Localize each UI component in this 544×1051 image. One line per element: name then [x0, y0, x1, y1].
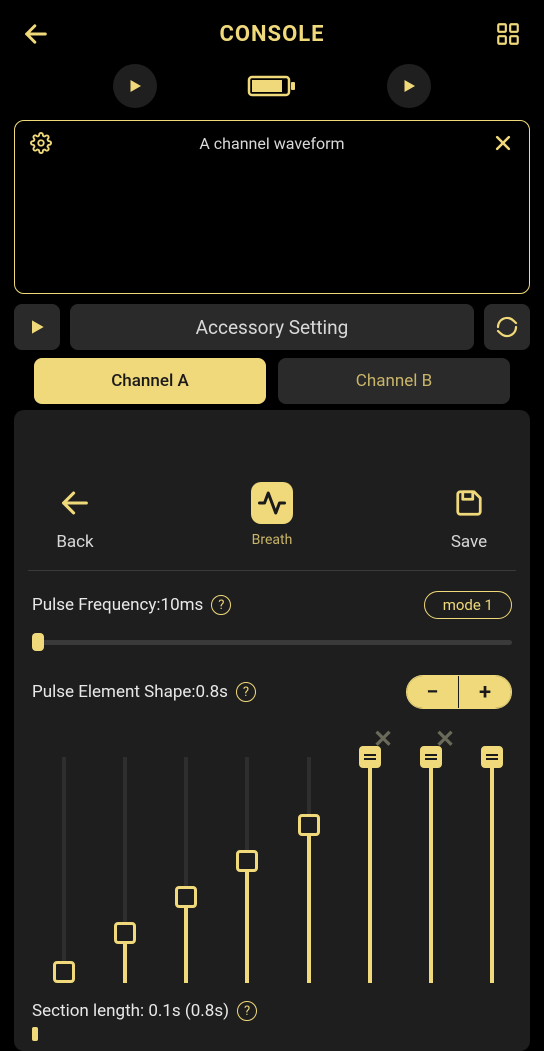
breath-label: Breath — [252, 532, 293, 548]
close-icon[interactable] — [491, 131, 515, 155]
shape-slider[interactable] — [167, 757, 206, 983]
shape-slider[interactable] — [350, 757, 389, 983]
breath-mode-button[interactable]: Breath — [251, 482, 293, 548]
pulse-frequency-label: Pulse Frequency:10ms — [32, 595, 203, 615]
shape-slider[interactable] — [105, 757, 144, 983]
save-label: Save — [451, 532, 487, 552]
shape-slider[interactable] — [44, 757, 83, 983]
help-icon[interactable]: ? — [211, 595, 231, 615]
battery-icon — [247, 73, 297, 99]
slider-thumb[interactable] — [420, 746, 442, 768]
slider-thumb[interactable] — [298, 814, 320, 836]
arrow-left-icon — [54, 482, 96, 524]
help-icon[interactable]: ? — [237, 1001, 257, 1021]
waveform-panel: A channel waveform — [14, 120, 530, 294]
refresh-icon[interactable] — [484, 304, 530, 350]
section-length-indicator[interactable] — [32, 1027, 38, 1041]
save-button[interactable]: Save — [448, 482, 490, 552]
slider-thumb[interactable] — [359, 746, 381, 768]
help-icon[interactable]: ? — [236, 682, 256, 702]
minus-button[interactable]: − — [407, 676, 459, 708]
slider-thumb[interactable] — [175, 886, 197, 908]
play-main-button[interactable] — [14, 304, 60, 350]
waveform-title: A channel waveform — [53, 134, 491, 153]
shape-slider[interactable] — [412, 757, 451, 983]
mode-selector[interactable]: mode 1 — [424, 591, 512, 619]
slider-thumb[interactable] — [32, 633, 44, 651]
tab-channel-b[interactable]: Channel B — [278, 358, 510, 404]
page-title: CONSOLE — [219, 22, 324, 47]
main-panel: Back Breath Save Pulse Frequency:10ms ? … — [14, 410, 530, 1051]
slider-thumb[interactable] — [114, 922, 136, 944]
slider-thumb[interactable] — [481, 746, 503, 768]
shape-slider[interactable] — [473, 757, 512, 983]
gear-icon[interactable] — [29, 131, 53, 155]
save-icon — [448, 482, 490, 524]
back-arrow-icon[interactable] — [20, 18, 52, 50]
plus-minus-stepper: − + — [406, 675, 512, 709]
play-right-button[interactable] — [387, 64, 431, 108]
pulse-shape-label: Pulse Element Shape:0.8s — [32, 682, 228, 702]
shape-slider[interactable] — [289, 757, 328, 983]
plus-button[interactable]: + — [459, 676, 511, 708]
pulse-frequency-slider[interactable] — [32, 633, 512, 651]
shape-slider[interactable] — [228, 757, 267, 983]
section-length-label: Section length: 0.1s (0.8s) — [32, 1001, 229, 1021]
accessory-setting-button[interactable]: Accessory Setting — [70, 304, 474, 350]
slider-thumb[interactable] — [53, 961, 75, 983]
back-label: Back — [56, 532, 93, 552]
grid-icon[interactable] — [492, 18, 524, 50]
play-left-button[interactable] — [113, 64, 157, 108]
back-button[interactable]: Back — [54, 482, 96, 552]
tab-channel-a[interactable]: Channel A — [34, 358, 266, 404]
waveform-icon — [251, 482, 293, 524]
slider-thumb[interactable] — [236, 850, 258, 872]
